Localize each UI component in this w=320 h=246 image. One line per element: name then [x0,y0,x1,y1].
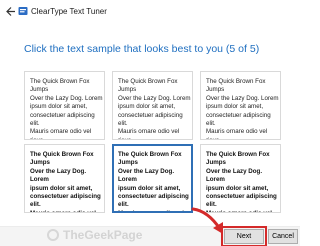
sample-text: The Quick Brown Fox Jumps Over the Lazy … [206,151,277,212]
cancel-button[interactable]: Cancel [268,229,298,244]
text-sample-3[interactable]: The Quick Brown Fox Jumps Over the Lazy … [200,71,281,140]
sample-text: The Quick Brown Fox Jumps Over the Lazy … [206,78,279,139]
next-button[interactable]: Next [221,226,267,246]
text-sample-6[interactable]: The Quick Brown Fox Jumps Over the Lazy … [200,144,281,213]
back-arrow-icon[interactable] [5,6,16,17]
window-title: ClearType Text Tuner [31,7,107,16]
sample-text: The Quick Brown Fox Jumps Over the Lazy … [30,78,103,139]
text-sample-2[interactable]: The Quick Brown Fox Jumps Over the Lazy … [112,71,193,140]
cleartype-app-icon [18,7,28,15]
page-heading: Click the text sample that looks best to… [24,43,260,55]
title-bar: ClearType Text Tuner [0,0,300,24]
text-sample-1[interactable]: The Quick Brown Fox Jumps Over the Lazy … [24,71,105,140]
watermark-logo-icon [47,229,59,241]
sample-text: The Quick Brown Fox Jumps Over the Lazy … [30,151,101,212]
sample-text: The Quick Brown Fox Jumps Over the Lazy … [118,78,191,139]
text-sample-4[interactable]: The Quick Brown Fox Jumps Over the Lazy … [24,144,105,213]
sample-text: The Quick Brown Fox Jumps Over the Lazy … [118,151,189,211]
text-sample-5-selected[interactable]: The Quick Brown Fox Jumps Over the Lazy … [112,144,193,213]
